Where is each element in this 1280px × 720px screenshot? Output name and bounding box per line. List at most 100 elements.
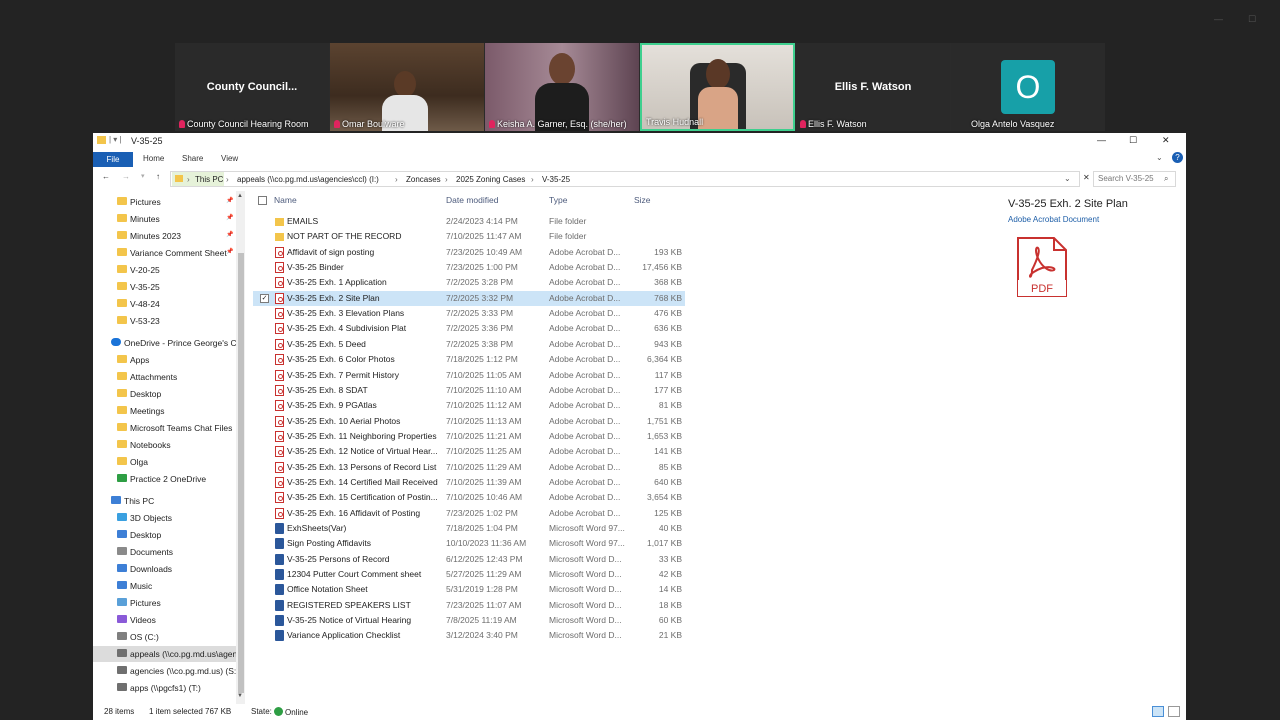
address-dropdown-icon[interactable]: ⌄ bbox=[1064, 174, 1071, 183]
expand-ribbon-icon[interactable]: ⌄ bbox=[1156, 153, 1163, 162]
large-icons-view-button[interactable] bbox=[1168, 706, 1180, 717]
sidebar-item-onedrive-6[interactable]: Olga bbox=[93, 454, 238, 470]
table-row[interactable]: V-35-25 Exh. 1 Application 7/2/2025 3:28 … bbox=[253, 275, 685, 290]
sidebar-item-pc-6[interactable]: Videos bbox=[93, 612, 238, 628]
quick-access-dropdown-icon[interactable]: | ▾ | bbox=[109, 135, 122, 144]
table-row[interactable]: Office Notation Sheet 5/31/2019 1:28 PM Mi… bbox=[253, 582, 685, 597]
sidebar-item-pc-10[interactable]: apps (\\pgcfs1) (T:) bbox=[93, 680, 238, 696]
sidebar-item-pc-1[interactable]: Desktop bbox=[93, 527, 238, 543]
table-row[interactable]: ExhSheets(Var) 7/18/2025 1:04 PM Microsoft… bbox=[253, 521, 685, 536]
column-header-date[interactable]: Date modified bbox=[446, 195, 498, 205]
sidebar-item-pc-9[interactable]: agencies (\\co.pg.md.us) (S:) bbox=[93, 663, 238, 679]
breadcrumb-v-35-25[interactable]: V-35-25 bbox=[542, 175, 570, 184]
details-view-button[interactable] bbox=[1152, 706, 1164, 717]
tab-view[interactable]: View bbox=[221, 154, 238, 163]
table-row[interactable]: REGISTERED SPEAKERS LIST 7/23/2025 11:07 … bbox=[253, 598, 685, 613]
sidebar-item-pc-5[interactable]: Pictures bbox=[93, 595, 238, 611]
sidebar-item-quick-1[interactable]: Minutes 📌 bbox=[93, 211, 238, 227]
sidebar-item-pc-7[interactable]: OS (C:) bbox=[93, 629, 238, 645]
table-row[interactable]: Sign Posting Affidavits 10/10/2023 11:36 … bbox=[253, 536, 685, 551]
table-row[interactable]: V-35-25 Exh. 3 Elevation Plans 7/2/2025 3… bbox=[253, 306, 685, 321]
sidebar-item-onedrive-1[interactable]: Attachments bbox=[93, 369, 238, 385]
table-row[interactable]: ✓ V-35-25 Exh. 2 Site Plan 7/2/2025 3:32 P… bbox=[253, 290, 685, 306]
sidebar-item-onedrive-7[interactable]: Practice 2 OneDrive bbox=[93, 471, 238, 487]
table-row[interactable]: V-35-25 Exh. 10 Aerial Photos 7/10/2025 1… bbox=[253, 414, 685, 429]
sidebar-item-pc-2[interactable]: Documents bbox=[93, 544, 238, 560]
forward-icon[interactable]: → bbox=[122, 172, 130, 181]
table-row[interactable]: 12304 Putter Court Comment sheet 5/27/202… bbox=[253, 567, 685, 582]
table-row[interactable]: V-35-25 Exh. 14 Certified Mail Received 7… bbox=[253, 475, 685, 490]
sidebar-item-onedrive-4[interactable]: Microsoft Teams Chat Files bbox=[93, 420, 238, 436]
sidebar-item-onedrive-2[interactable]: Desktop bbox=[93, 386, 238, 402]
column-header-type[interactable]: Type bbox=[549, 195, 567, 205]
breadcrumb-this-pc[interactable]: This PC bbox=[195, 175, 223, 184]
breadcrumb-zoncases[interactable]: Zoncases bbox=[406, 175, 441, 184]
sidebar-item-pc-0[interactable]: 3D Objects bbox=[93, 510, 238, 526]
scroll-up-icon[interactable]: ▲ bbox=[237, 193, 243, 199]
sidebar-item-onedrive-3[interactable]: Meetings bbox=[93, 403, 238, 419]
video-tile-keisha-garner[interactable]: Keisha A. Garner, Esq. (she/her) bbox=[485, 43, 639, 131]
sidebar-item-this-pc[interactable]: This PC bbox=[93, 493, 238, 509]
back-icon[interactable]: ← bbox=[102, 172, 110, 181]
table-row[interactable]: V-35-25 Exh. 4 Subdivision Plat 7/2/2025 … bbox=[253, 321, 685, 336]
table-row[interactable]: V-35-25 Exh. 11 Neighboring Properties 7/… bbox=[253, 429, 685, 444]
recent-locations-icon[interactable]: ▾ bbox=[141, 172, 145, 180]
clear-address-icon[interactable]: ✕ bbox=[1083, 173, 1090, 182]
minimize-button[interactable]: — bbox=[1097, 135, 1106, 145]
minimize-meeting-icon[interactable]: — bbox=[1214, 14, 1223, 24]
table-row[interactable]: Affidavit of sign posting 7/23/2025 10:49… bbox=[253, 245, 685, 260]
table-row[interactable]: V-35-25 Exh. 9 PGAtlas 7/10/2025 11:12 AM… bbox=[253, 398, 685, 413]
row-checkbox[interactable]: ✓ bbox=[260, 293, 269, 303]
table-row[interactable]: V-35-25 Exh. 15 Certification of Postin.… bbox=[253, 490, 685, 505]
tab-share[interactable]: Share bbox=[182, 154, 203, 163]
sidebar-item-pc-8[interactable]: appeals (\\co.pg.md.us\agencies) bbox=[93, 646, 238, 662]
video-tile-county-council[interactable]: County Council... County Council Hearing… bbox=[175, 43, 329, 131]
table-row[interactable]: Variance Application Checklist 3/12/2024 … bbox=[253, 628, 685, 643]
table-row[interactable]: V-35-25 Persons of Record 6/12/2025 12:43… bbox=[253, 552, 685, 567]
table-row[interactable]: V-35-25 Exh. 12 Notice of Virtual Hear..… bbox=[253, 444, 685, 459]
table-row[interactable]: V-35-25 Binder 7/23/2025 1:00 PM Adobe Acr… bbox=[253, 260, 685, 275]
table-row[interactable]: V-35-25 Exh. 8 SDAT 7/10/2025 11:10 AM Ado… bbox=[253, 383, 685, 398]
tab-home[interactable]: Home bbox=[143, 154, 164, 163]
video-tile-omar-boulware[interactable]: Omar Boulware bbox=[330, 43, 484, 131]
table-row[interactable]: V-35-25 Exh. 6 Color Photos 7/18/2025 1:1… bbox=[253, 352, 685, 367]
address-bar[interactable]: › This PC › appeals (\\co.pg.md.us\agenc… bbox=[170, 171, 1080, 187]
close-button[interactable]: ✕ bbox=[1162, 135, 1170, 146]
video-tile-travis-hudnall[interactable]: Travis Hudnall bbox=[640, 43, 795, 131]
table-row[interactable]: V-35-25 Exh. 7 Permit History 7/10/2025 1… bbox=[253, 368, 685, 383]
column-header-size[interactable]: Size bbox=[634, 195, 651, 205]
sidebar-item-onedrive-0[interactable]: Apps bbox=[93, 352, 238, 368]
sidebar-item-pc-4[interactable]: Music bbox=[93, 578, 238, 594]
sidebar-item-quick-3[interactable]: Variance Comment Sheet 📌 bbox=[93, 245, 238, 261]
breadcrumb-2025-zoning-cases[interactable]: 2025 Zoning Cases bbox=[456, 175, 525, 184]
breadcrumb-appeals[interactable]: appeals (\\co.pg.md.us\agencies\ccl) (I:… bbox=[237, 175, 379, 184]
search-input[interactable]: Search V-35-25 ⌕ bbox=[1093, 171, 1176, 187]
video-tile-ellis-watson[interactable]: Ellis F. Watson Ellis F. Watson bbox=[796, 43, 950, 131]
sidebar-item-quick-6[interactable]: V-48-24 bbox=[93, 296, 238, 312]
sidebar-item-onedrive-5[interactable]: Notebooks bbox=[93, 437, 238, 453]
table-row[interactable]: V-35-25 Exh. 13 Persons of Record List 7/… bbox=[253, 460, 685, 475]
scroll-down-icon[interactable]: ▼ bbox=[237, 693, 243, 699]
table-row[interactable]: V-35-25 Exh. 5 Deed 7/2/2025 3:38 PM Adobe… bbox=[253, 337, 685, 352]
select-all-checkbox[interactable] bbox=[258, 196, 267, 205]
maximize-meeting-icon[interactable]: ☐ bbox=[1248, 14, 1256, 25]
sidebar-item-pc-3[interactable]: Downloads bbox=[93, 561, 238, 577]
sidebar-item-quick-2[interactable]: Minutes 2023 📌 bbox=[93, 228, 238, 244]
table-row[interactable]: V-35-25 Exh. 16 Affidavit of Posting 7/23… bbox=[253, 506, 685, 521]
sidebar-item-quick-7[interactable]: V-53-23 bbox=[93, 313, 238, 329]
sidebar-item-onedrive[interactable]: OneDrive - Prince George's County bbox=[93, 335, 238, 351]
sidebar-item-quick-0[interactable]: Pictures 📌 bbox=[93, 194, 238, 210]
help-icon[interactable]: ? bbox=[1172, 152, 1183, 163]
table-row[interactable]: NOT PART OF THE RECORD 7/10/2025 11:47 AM… bbox=[253, 229, 685, 244]
column-header-name[interactable]: Name bbox=[274, 195, 297, 205]
table-row[interactable]: V-35-25 Notice of Virtual Hearing 7/8/202… bbox=[253, 613, 685, 628]
breadcrumb-separator: › bbox=[395, 175, 398, 184]
sidebar-item-quick-4[interactable]: V-20-25 bbox=[93, 262, 238, 278]
up-icon[interactable]: ↑ bbox=[156, 172, 160, 181]
tab-file[interactable]: File bbox=[93, 152, 133, 167]
navigation-scrollbar-thumb[interactable] bbox=[238, 253, 244, 693]
maximize-button[interactable]: ☐ bbox=[1129, 135, 1137, 146]
file-type: Microsoft Word D... bbox=[549, 569, 622, 580]
sidebar-item-quick-5[interactable]: V-35-25 bbox=[93, 279, 238, 295]
table-row[interactable]: EMAILS 2/24/2023 4:14 PM File folder bbox=[253, 214, 685, 229]
